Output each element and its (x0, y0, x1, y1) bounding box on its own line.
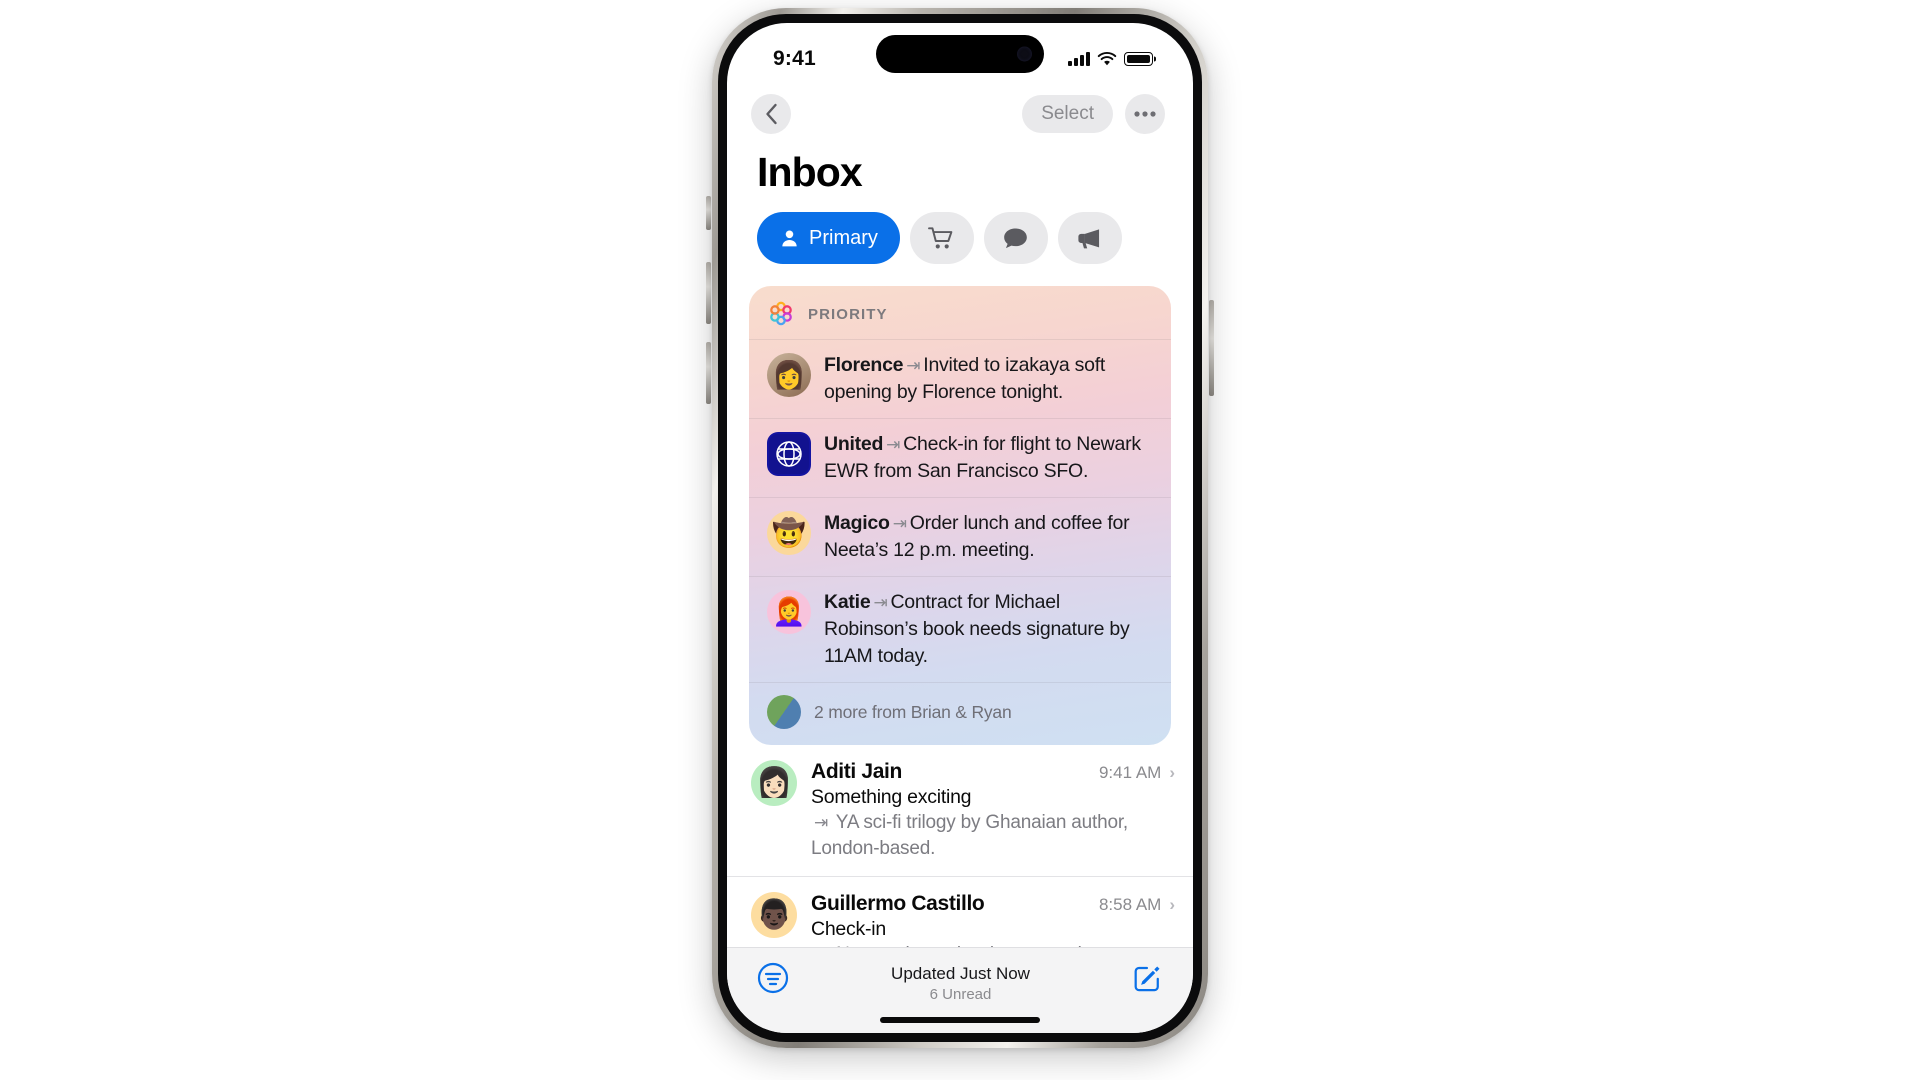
priority-row-text: Florence ⇥ Invited to izakaya soft opening… (824, 352, 1155, 406)
chevron-left-icon (765, 103, 777, 125)
priority-row[interactable]: 🤠 Magico ⇥ Order lunch and coffee for Neet… (749, 497, 1171, 576)
filter-pill-promotions[interactable] (1057, 212, 1122, 264)
priority-row-text: Magico ⇥ Order lunch and coffee for Neeta’… (824, 510, 1155, 564)
avatar: 👨🏿 (751, 892, 797, 938)
message-subject: Check-in (811, 918, 886, 940)
message-time: 8:58 AM (1098, 895, 1162, 914)
summary-arrow-icon: ⇥ (873, 593, 888, 612)
avatar: 👩🏻 (751, 760, 797, 806)
navigation-bar: Select (727, 85, 1193, 137)
iphone-device: 9:41 Select Inbox Primary PRIORITY 👩 Flo… (712, 8, 1208, 1048)
wifi-icon (1097, 51, 1117, 65)
filter-pill-transactions[interactable] (909, 212, 974, 264)
message-time: 9:41 AM (1098, 763, 1162, 782)
avatar: 🤠 (767, 511, 811, 555)
priority-row-sender: Florence (824, 354, 904, 376)
sync-status: Updated Just Now 6 Unread (789, 964, 1132, 1003)
chevron-right-icon[interactable]: › (1169, 895, 1175, 915)
avatar (767, 432, 811, 476)
message-row[interactable]: 👩🏻 Aditi Jain 9:41 AM › Something exciti… (727, 745, 1193, 877)
chevron-right-icon[interactable]: › (1169, 763, 1175, 783)
mail-filter-icon (757, 962, 789, 994)
ellipsis-icon (1134, 111, 1156, 117)
priority-more-row[interactable]: 2 more from Brian & Ryan (749, 682, 1171, 745)
status-bar-indicators (1068, 51, 1153, 67)
screenshot-canvas: 9:41 Select Inbox Primary PRIORITY 👩 Flo… (0, 0, 1920, 1080)
chat-bubble-icon (1004, 228, 1028, 248)
updated-label: Updated Just Now (891, 964, 1030, 983)
priority-card[interactable]: PRIORITY 👩 Florence ⇥ Invited to izakaya s… (749, 286, 1171, 745)
dynamic-island (876, 35, 1044, 73)
message-header: Guillermo Castillo 8:58 AM › (811, 892, 1175, 916)
priority-card-header: PRIORITY (749, 286, 1171, 339)
priority-row-sender: Katie (824, 591, 871, 613)
more-options-button[interactable] (1125, 94, 1165, 134)
device-bezel: 9:41 Select Inbox Primary PRIORITY 👩 Flo… (718, 14, 1202, 1042)
filter-button[interactable] (757, 962, 789, 999)
summary-arrow-icon: ⇥ (906, 356, 921, 375)
volume-down-button[interactable] (706, 342, 711, 404)
avatar-glyph: 👨🏿 (755, 898, 793, 931)
power-button[interactable] (1209, 300, 1214, 396)
message-header: Aditi Jain 9:41 AM › (811, 760, 1175, 784)
compose-button[interactable] (1132, 962, 1163, 998)
priority-row-text: Katie ⇥ Contract for Michael Robinson’s bo… (824, 589, 1155, 670)
united-airlines-logo-icon (769, 434, 809, 474)
avatar-glyph: 👩🏻 (755, 766, 793, 799)
cart-icon (928, 226, 953, 248)
signal-bars-icon (1068, 52, 1090, 66)
message-sender: Aditi Jain (811, 760, 903, 783)
avatar-glyph: 👩 (772, 359, 806, 390)
message-preview: ⇥ YA sci-fi trilogy by Ghanaian author, … (811, 810, 1175, 862)
avatar-glyph: 🤠 (772, 517, 806, 548)
back-button[interactable] (751, 94, 791, 134)
message-sender: Guillermo Castillo (811, 892, 985, 915)
priority-row-sender: United (824, 433, 884, 455)
device-screen: 9:41 Select Inbox Primary PRIORITY 👩 Flo… (727, 23, 1193, 1033)
priority-row[interactable]: 👩‍🦰 Katie ⇥ Contract for Michael Robinson’… (749, 576, 1171, 682)
select-button[interactable]: Select (1022, 95, 1113, 133)
category-filter-bar: Primary (727, 196, 1193, 264)
front-camera-icon (1017, 46, 1032, 62)
avatar-glyph: 👩‍🦰 (772, 596, 806, 627)
priority-label: PRIORITY (808, 305, 888, 323)
compose-icon (1134, 966, 1160, 992)
status-bar-time: 9:41 (773, 47, 816, 70)
priority-more-label: 2 more from Brian & Ryan (814, 701, 1012, 722)
summary-arrow-icon: ⇥ (892, 514, 907, 533)
message-preview-text: YA sci-fi trilogy by Ghanaian author, Lo… (811, 812, 1128, 859)
megaphone-icon (1078, 228, 1100, 248)
summary-arrow-icon: ⇥ (814, 813, 829, 832)
silent-switch[interactable] (706, 196, 711, 230)
filter-pill-primary[interactable]: Primary (757, 212, 900, 264)
avatar: 👩 (767, 353, 811, 397)
priority-row[interactable]: 👩 Florence ⇥ Invited to izakaya soft openi… (749, 339, 1171, 418)
home-indicator[interactable] (880, 1017, 1040, 1023)
apple-intelligence-icon (770, 301, 792, 326)
message-subject: Something exciting (811, 786, 972, 808)
priority-row[interactable]: United ⇥ Check-in for flight to Newark EWR… (749, 418, 1171, 497)
filter-pill-primary-label: Primary (809, 226, 878, 249)
priority-row-text: United ⇥ Check-in for flight to Newark EWR… (824, 431, 1155, 485)
battery-full-icon (1124, 52, 1153, 66)
status-bar: 9:41 (727, 23, 1193, 85)
message-body: Aditi Jain 9:41 AM › Something exciting … (811, 760, 1175, 862)
person-icon (782, 230, 797, 246)
avatar: 👩‍🦰 (767, 590, 811, 634)
volume-up-button[interactable] (706, 262, 711, 324)
avatar-stack (767, 695, 801, 729)
priority-row-sender: Magico (824, 512, 890, 534)
filter-pill-updates[interactable] (983, 212, 1048, 264)
page-title: Inbox (757, 149, 863, 195)
unread-count-label: 6 Unread (929, 986, 992, 1003)
summary-arrow-icon: ⇥ (886, 435, 901, 454)
